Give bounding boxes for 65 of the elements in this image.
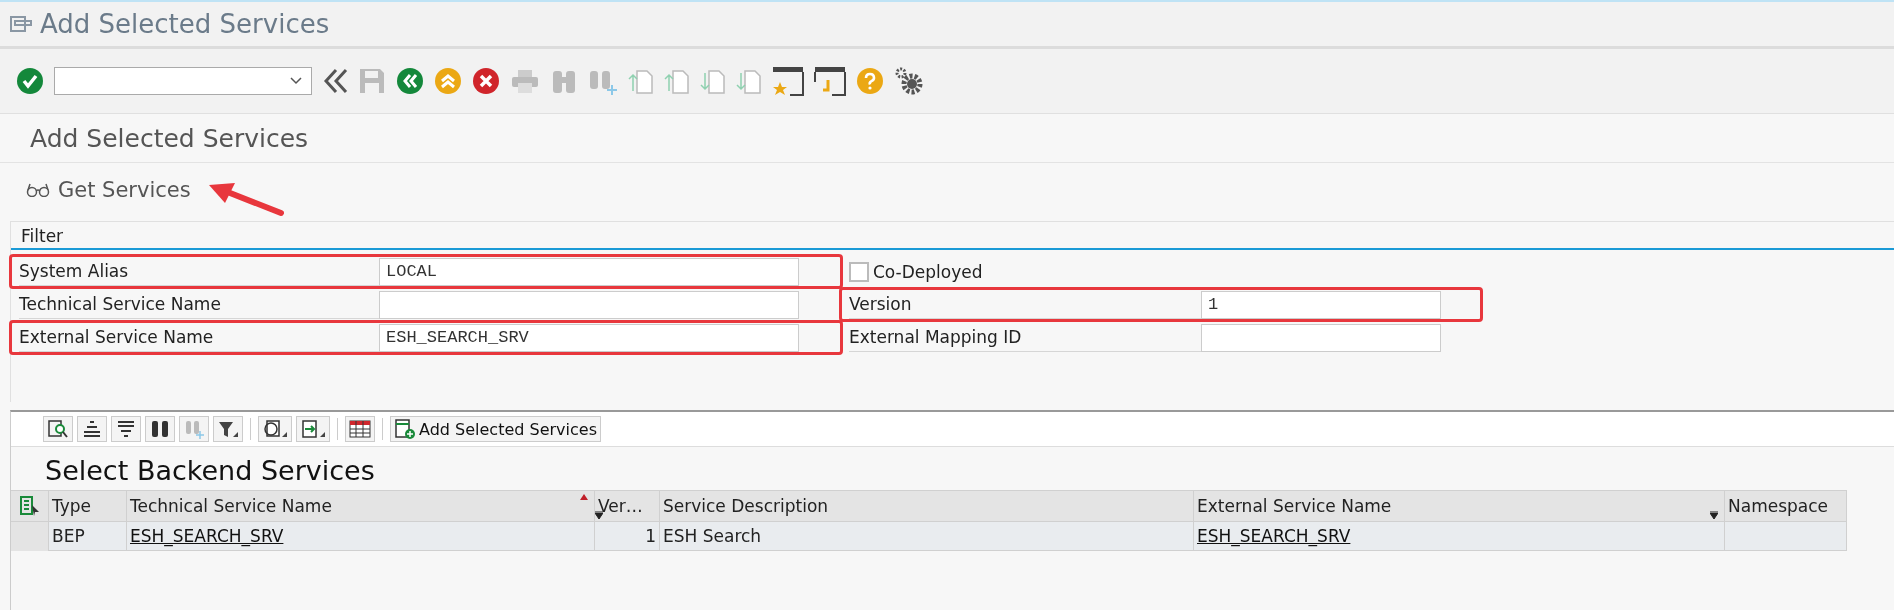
table-cell: ESH Search <box>660 521 1194 551</box>
sort-descending-icon <box>115 419 137 439</box>
zoom-detail-icon <box>47 419 69 439</box>
command-field[interactable] <box>54 67 312 95</box>
help-icon[interactable] <box>856 67 884 95</box>
window-arrow-icon[interactable] <box>814 66 846 96</box>
column-header[interactable]: Type <box>49 490 127 521</box>
checkbox[interactable] <box>849 261 869 282</box>
checkbox-label: Co-Deployed <box>873 261 983 282</box>
document-plus-icon <box>394 418 416 440</box>
table-title: Select Backend Services <box>44 454 375 488</box>
export-button[interactable] <box>296 416 330 442</box>
back-icon[interactable] <box>396 67 424 95</box>
page-title: Add Selected Services <box>30 123 309 153</box>
window-title: Add Selected Services <box>40 9 330 39</box>
column-menu-icon <box>595 511 603 519</box>
glasses-icon <box>26 183 50 197</box>
filter-button[interactable] <box>213 416 243 442</box>
column-header[interactable]: External Service Name <box>1194 490 1725 521</box>
binoculars-button[interactable] <box>145 416 175 442</box>
input-field[interactable]: 1 <box>1201 290 1441 319</box>
filter-icon <box>217 419 239 439</box>
input-field[interactable] <box>1201 323 1441 352</box>
add-selected-services-button[interactable]: Add Selected Services <box>390 416 601 442</box>
sort-ascending-button[interactable] <box>77 416 107 442</box>
check-icon[interactable] <box>16 67 44 95</box>
window-star-icon[interactable] <box>772 66 804 96</box>
field-label: External Service Name <box>19 323 379 352</box>
field-label: Technical Service Name <box>19 290 379 319</box>
get-services-button[interactable]: Get Services <box>22 176 195 204</box>
binoculars-plus-icon <box>183 419 205 439</box>
settings-icon[interactable] <box>894 66 924 96</box>
table-cell: 1 <box>595 521 660 551</box>
document-arrow-icon <box>300 419 326 439</box>
layout-selector[interactable] <box>11 490 49 521</box>
field-label: Version <box>849 290 1201 319</box>
input-field[interactable] <box>379 290 799 319</box>
input-field[interactable]: LOCAL <box>379 257 799 286</box>
double-chevron-left-icon[interactable] <box>322 67 348 95</box>
column-header[interactable]: Namespace <box>1725 490 1847 521</box>
binoculars-icon <box>149 419 171 439</box>
column-header[interactable]: Technical Service Name <box>127 490 595 521</box>
field-label: External Mapping ID <box>849 323 1201 352</box>
up-icon[interactable] <box>434 67 462 95</box>
cancel-icon[interactable] <box>472 67 500 95</box>
column-menu-icon <box>1710 511 1718 519</box>
field-label: System Alias <box>19 257 379 286</box>
sort-ascending-icon <box>81 419 103 439</box>
table-cell: BEP <box>49 521 127 551</box>
zoom-detail-button[interactable] <box>43 416 73 442</box>
grid-icon <box>349 420 371 438</box>
layout-button[interactable] <box>345 416 375 442</box>
service-link[interactable]: ESH_SEARCH_SRV <box>130 526 284 546</box>
service-link[interactable]: ESH_SEARCH_SRV <box>1197 526 1351 546</box>
menu-icon[interactable] <box>10 15 32 33</box>
chevron-down-icon[interactable] <box>289 76 303 86</box>
column-header[interactable]: Service Description <box>660 490 1194 521</box>
export-button[interactable] <box>258 416 292 442</box>
sort-descending-button[interactable] <box>111 416 141 442</box>
column-header[interactable]: Ver… <box>595 490 660 521</box>
filter-title: Filter <box>20 225 65 248</box>
sort-marker-icon <box>580 494 588 500</box>
column-settings-icon <box>18 496 41 516</box>
input-field[interactable]: ESH_SEARCH_SRV <box>379 323 799 352</box>
document-stack-icon <box>262 419 288 439</box>
